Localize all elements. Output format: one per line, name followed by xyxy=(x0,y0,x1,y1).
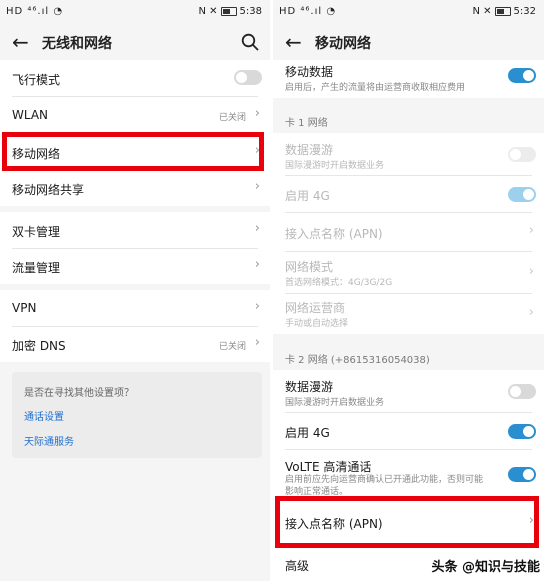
watermark: 头条 @知识与技能 xyxy=(431,560,540,575)
status-right: N ✕ 5:32 xyxy=(472,6,536,17)
mobile-data-toggle[interactable] xyxy=(508,68,536,83)
status-bar: HD ⁴⁶.ıl ◔ N ✕ 5:32 xyxy=(273,0,544,24)
network-mode-desc: 首选网络模式：4G/3G/2G xyxy=(285,278,393,288)
sim1-header: 卡 1 网络 xyxy=(285,118,328,129)
wlan-label: WLAN xyxy=(12,108,49,122)
sim2-roaming-toggle[interactable] xyxy=(508,384,536,399)
sim1-roaming-row[interactable]: 数据漫游 国际漫游时开启数据业务 xyxy=(273,133,544,175)
right-screen: HD ⁴⁶.ıl ◔ N ✕ 5:32 ← 移动网络 移动数据 启用后，产生的流量… xyxy=(273,0,544,581)
volte-row[interactable]: VoLTE 高清通话 启用前应先向运营商确认已开通此功能，否则可能影响正常通话。 xyxy=(273,450,544,500)
chevron-right-icon: › xyxy=(254,257,260,272)
chevron-right-icon: › xyxy=(254,179,260,194)
mobile-data-desc: 启用后，产生的流量将由运营商收取相应费用 xyxy=(285,83,466,93)
app-bar: ← 移动网络 xyxy=(273,24,544,60)
vpn-group-card: VPN › 加密 DNS 已关闭 › xyxy=(0,290,270,362)
operator-desc: 手动或自动选择 xyxy=(285,319,349,329)
call-settings-link[interactable]: 通话设置 xyxy=(24,408,64,423)
dual-sim-row[interactable]: 双卡管理 › xyxy=(0,212,270,248)
page-title: 移动网络 xyxy=(315,36,371,52)
left-screen: HD ⁴⁶.ıl ◔ N ✕ 5:38 ← 无线和网络 飞行模式 WLAN 已关闭… xyxy=(0,0,270,581)
dual-sim-label: 双卡管理 xyxy=(12,225,61,239)
status-bar: HD ⁴⁶.ıl ◔ N ✕ 5:38 xyxy=(0,0,270,24)
volte-title: VoLTE 高清通话 xyxy=(285,460,372,474)
airplane-mode-label: 飞行模式 xyxy=(12,73,61,87)
chevron-right-icon: › xyxy=(528,223,534,238)
sim2-4g-row[interactable]: 启用 4G xyxy=(273,413,544,449)
private-dns-label: 加密 DNS xyxy=(12,339,66,353)
sim2-4g-toggle[interactable] xyxy=(508,424,536,439)
advanced-title: 高级 xyxy=(285,559,310,573)
volte-desc: 启用前应先向运营商确认已开通此功能，否则可能影响正常通话。 xyxy=(285,475,484,497)
suggestion-question: 是否在寻找其他设置项？ xyxy=(24,388,134,399)
battery-icon xyxy=(494,6,511,16)
sim2-header: 卡 2 网络 (+8615316054038) xyxy=(285,355,430,366)
sim1-apn-row[interactable]: 接入点名称 (APN) › xyxy=(273,213,544,251)
airplane-mode-row[interactable]: 飞行模式 xyxy=(0,60,270,96)
sim1-card: 数据漫游 国际漫游时开启数据业务 启用 4G 接入点名称 (APN) › 网络模… xyxy=(273,133,544,334)
operator-title: 网络运营商 xyxy=(285,301,346,315)
nfc-mute-icons: N ✕ xyxy=(198,6,218,17)
mobile-data-row[interactable]: 移动数据 启用后，产生的流量将由运营商收取相应费用 xyxy=(273,60,544,98)
chevron-right-icon: › xyxy=(254,335,260,350)
mobile-data-card: 移动数据 启用后，产生的流量将由运营商收取相应费用 xyxy=(273,60,544,98)
tethering-row[interactable]: 移动网络共享 › xyxy=(0,171,270,206)
sim1-4g-row[interactable]: 启用 4G xyxy=(273,176,544,212)
signal-indicators: HD ⁴⁶.ıl ◔ xyxy=(279,6,337,17)
suggestion-card: 是否在寻找其他设置项？ 通话设置 天际通服务 xyxy=(12,372,262,458)
chevron-right-icon: › xyxy=(528,305,534,320)
apn-title: 接入点名称 (APN) xyxy=(285,227,383,241)
vpn-row[interactable]: VPN › xyxy=(0,290,270,326)
sim1-operator-row[interactable]: 网络运营商 手动或自动选择 › xyxy=(273,294,544,334)
airplane-mode-toggle[interactable] xyxy=(234,70,262,85)
sim-group-card: 双卡管理 › 流量管理 › xyxy=(0,212,270,284)
app-bar: ← 无线和网络 xyxy=(0,24,270,60)
signal-indicators: HD ⁴⁶.ıl ◔ xyxy=(6,6,64,17)
battery-icon xyxy=(220,6,237,16)
roaming-title: 数据漫游 xyxy=(285,143,334,157)
roaming-desc: 国际漫游时开启数据业务 xyxy=(285,161,385,171)
highlight-box xyxy=(275,496,539,548)
vpn-label: VPN xyxy=(12,301,37,315)
volte-toggle[interactable] xyxy=(508,467,536,482)
private-dns-row[interactable]: 加密 DNS 已关闭 › xyxy=(0,327,270,362)
skytone-service-link[interactable]: 天际通服务 xyxy=(24,433,74,448)
status-right: N ✕ 5:38 xyxy=(198,6,262,17)
page-title: 无线和网络 xyxy=(42,36,112,52)
enable-4g-title: 启用 4G xyxy=(285,189,330,203)
sim2-card: 数据漫游 国际漫游时开启数据业务 启用 4G VoLTE 高清通话 启用前应先向… xyxy=(273,370,544,581)
chevron-right-icon: › xyxy=(254,221,260,236)
sim1-network-mode-row[interactable]: 网络模式 首选网络模式：4G/3G/2G › xyxy=(273,252,544,293)
chevron-right-icon: › xyxy=(254,299,260,314)
nfc-mute-icons: N ✕ xyxy=(472,6,492,17)
data-usage-row[interactable]: 流量管理 › xyxy=(0,249,270,284)
chevron-right-icon: › xyxy=(528,264,534,279)
back-arrow-icon[interactable]: ← xyxy=(285,32,302,52)
roaming-title: 数据漫游 xyxy=(285,380,334,394)
private-dns-status: 已关闭 xyxy=(218,342,246,352)
sim2-roaming-row[interactable]: 数据漫游 国际漫游时开启数据业务 xyxy=(273,370,544,412)
chevron-right-icon: › xyxy=(254,106,260,121)
mobile-data-title: 移动数据 xyxy=(285,65,334,79)
clock: 5:32 xyxy=(513,6,536,17)
back-arrow-icon[interactable]: ← xyxy=(12,32,29,52)
sim1-roaming-toggle[interactable] xyxy=(508,147,536,162)
sidebar-item-wlan[interactable]: WLAN 已关闭 › xyxy=(0,97,270,133)
tethering-label: 移动网络共享 xyxy=(12,183,85,197)
roaming-desc: 国际漫游时开启数据业务 xyxy=(285,398,385,408)
search-icon[interactable] xyxy=(240,32,260,52)
network-mode-title: 网络模式 xyxy=(285,260,334,274)
data-usage-label: 流量管理 xyxy=(12,261,61,275)
highlight-box xyxy=(2,132,264,171)
clock: 5:38 xyxy=(239,6,262,17)
sim1-4g-toggle[interactable] xyxy=(508,187,536,202)
enable-4g-title: 启用 4G xyxy=(285,426,330,440)
wlan-status: 已关闭 xyxy=(218,113,246,123)
